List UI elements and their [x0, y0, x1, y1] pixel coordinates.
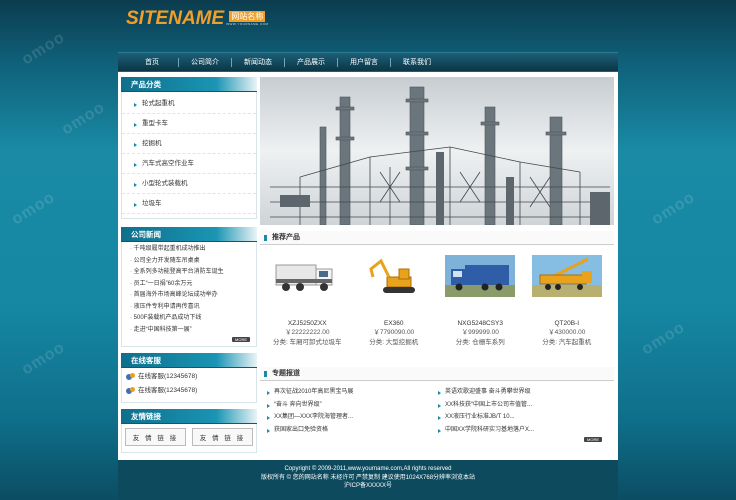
footer-copyright: Copyright © 2009-2011,www.yourname.com,A… — [284, 466, 452, 472]
topic-item[interactable]: 再次征战2010年高尼黑宝马展 — [266, 386, 437, 399]
news-more-button[interactable]: MORE — [232, 337, 250, 342]
news-item[interactable]: 公司全力开发随车吊桌桌 — [122, 256, 256, 268]
site-logo[interactable]: SITENAME 网站名称 WWW.YOURNAME.COM — [126, 8, 269, 30]
product-price: ￥999999.00 — [461, 329, 499, 336]
news-item[interactable]: 走进“中国科技第一展” — [122, 325, 256, 337]
news-item[interactable]: 千吨级履带起重机成功推出 — [122, 244, 256, 256]
category-item[interactable]: 汽车式高空作业车 — [122, 154, 256, 174]
online-service-item[interactable]: 在线客服(12345678) — [122, 370, 256, 384]
product-name: EX360 — [383, 320, 404, 327]
nav-home[interactable]: 首页 — [126, 53, 178, 72]
category-list: 轮式起重机 重型卡车 挖掘机 汽车式高空作业车 小型轮式装载机 垃圾车 — [121, 92, 257, 219]
footer-icp[interactable]: 沪ICP备XXXXX号 — [118, 482, 618, 491]
nav-messages[interactable]: 用户留言 — [338, 53, 390, 72]
product-card[interactable]: EX360 ￥7790090.00 分类: 大型挖掘机 — [351, 255, 438, 347]
logo-subtext: WWW.YOURNAME.COM — [226, 22, 269, 26]
watermark: omoo — [8, 188, 59, 229]
news-item[interactable]: 首届海外市场高峰论坛成功举办 — [122, 290, 256, 302]
topic-item[interactable]: XX科技获“中国上市公司市值管... — [437, 399, 608, 412]
news-item[interactable]: 液压件专利申请再传喜讯 — [122, 302, 256, 314]
logo-cn-text: 网站名称 — [229, 11, 266, 22]
watermark: omoo — [18, 338, 69, 379]
topic-item[interactable]: “奋斗 奔向世界级” — [266, 399, 437, 412]
topic-item[interactable]: 中国XX学院科研实习基地落户X... — [437, 424, 608, 437]
topic-item[interactable]: 获国家出口免验资格 — [266, 424, 437, 437]
product-category: 分类: 车厢可卸式垃圾车 — [272, 339, 342, 346]
friend-links-title: 友情链接 — [121, 409, 257, 424]
product-image[interactable] — [359, 255, 429, 297]
product-price: ￥430000.00 — [548, 329, 586, 336]
category-item[interactable]: 挖掘机 — [122, 134, 256, 154]
category-item[interactable]: 小型轮式装载机 — [122, 174, 256, 194]
friend-links: 友 情 链 接 友 情 链 接 — [121, 424, 257, 453]
topics-title: 专题报道 — [260, 367, 614, 381]
product-image[interactable] — [531, 255, 602, 297]
product-category: 分类: 大型挖掘机 — [369, 339, 419, 346]
news-item[interactable]: 员工“一日捐”60余万元 — [122, 279, 256, 291]
friend-link-button[interactable]: 友 情 链 接 — [124, 428, 187, 446]
topic-item[interactable]: XX集团—XXX李院海管理者... — [266, 411, 437, 424]
news-item[interactable]: 500F装载机产品成功下线 — [122, 313, 256, 325]
product-name: NXG5248CSY3 — [457, 320, 504, 327]
product-price: ￥22222222.00 — [285, 329, 330, 336]
product-category: 分类: 汽车起重机 — [542, 339, 592, 346]
watermark: omoo — [638, 318, 689, 359]
category-item[interactable]: 垃圾车 — [122, 194, 256, 214]
product-image[interactable] — [445, 255, 516, 297]
topic-item[interactable]: 英语欢歌迎盛事 奋斗勇攀世界级 — [437, 386, 608, 399]
friend-link-button[interactable]: 友 情 链 接 — [191, 428, 254, 446]
refinery-illustration — [260, 77, 614, 225]
product-image[interactable] — [272, 255, 342, 297]
sidebar: 产品分类 轮式起重机 重型卡车 挖掘机 汽车式高空作业车 小型轮式装载机 垃圾车… — [121, 77, 257, 453]
product-card[interactable]: QT20B-I ￥430000.00 分类: 汽车起重机 — [524, 255, 611, 347]
nav-products[interactable]: 产品展示 — [285, 53, 337, 72]
banner-image — [260, 77, 614, 225]
product-price: ￥7790090.00 — [373, 329, 415, 336]
product-name: XZJ5250ZXX — [287, 320, 327, 327]
online-service-label: 在线客服(12345678) — [138, 387, 198, 394]
product-category: 分类: 仓栅车系列 — [455, 339, 505, 346]
category-item[interactable]: 轮式起重机 — [122, 94, 256, 114]
qq-icon — [126, 373, 136, 381]
product-card[interactable]: NXG5248CSY3 ￥999999.00 分类: 仓栅车系列 — [437, 255, 524, 347]
news-title: 公司新闻 — [121, 227, 257, 242]
watermark: omoo — [18, 28, 69, 69]
product-name: QT20B-I — [554, 320, 580, 327]
news-item[interactable]: 全系列多功能登高平台消防车诞生 — [122, 267, 256, 279]
online-service-item[interactable]: 在线客服(12345678) — [122, 384, 256, 398]
topics-more-button[interactable]: MORE — [584, 437, 602, 442]
product-card[interactable]: XZJ5250ZXX ￥22222222.00 分类: 车厢可卸式垃圾车 — [264, 255, 351, 347]
main-column: 推荐产品 XZJ5250ZXX ￥22222222.00 分类: 车厢可卸式垃圾… — [260, 77, 614, 444]
qq-icon — [126, 387, 136, 395]
category-item[interactable]: 重型卡车 — [122, 114, 256, 134]
footer-notice: 版权所有 © 您的网站名称 未经许可 严禁复制 建议使用1024X768分辨率浏… — [260, 474, 476, 481]
news-list: 千吨级履带起重机成功推出 公司全力开发随车吊桌桌 全系列多功能登高平台消防车诞生… — [121, 242, 257, 347]
topics-list: 再次征战2010年高尼黑宝马展 “奋斗 奔向世界级” XX集团—XXX李院海管理… — [260, 381, 614, 436]
online-service-title: 在线客服 — [121, 353, 257, 368]
nav-contact[interactable]: 联系我们 — [391, 53, 443, 72]
main-nav: 首页 公司简介 新闻动态 产品展示 用户留言 联系我们 — [118, 52, 618, 71]
recommend-title: 推荐产品 — [260, 231, 614, 245]
logo-text: SITENAME — [126, 8, 225, 29]
nav-news[interactable]: 新闻动态 — [232, 53, 284, 72]
watermark: omoo — [58, 98, 109, 139]
online-service-list: 在线客服(12345678) 在线客服(12345678) — [121, 368, 257, 403]
nav-about[interactable]: 公司简介 — [179, 53, 231, 72]
topic-item[interactable]: XX液压行业标准JB/T 10... — [437, 411, 608, 424]
watermark: omoo — [648, 188, 699, 229]
product-list: XZJ5250ZXX ￥22222222.00 分类: 车厢可卸式垃圾车 EX3… — [260, 245, 614, 347]
category-title: 产品分类 — [121, 77, 257, 92]
footer: Copyright © 2009-2011,www.yourname.com,A… — [118, 460, 618, 500]
page-content: 产品分类 轮式起重机 重型卡车 挖掘机 汽车式高空作业车 小型轮式装载机 垃圾车… — [118, 72, 618, 460]
online-service-label: 在线客服(12345678) — [138, 373, 198, 380]
